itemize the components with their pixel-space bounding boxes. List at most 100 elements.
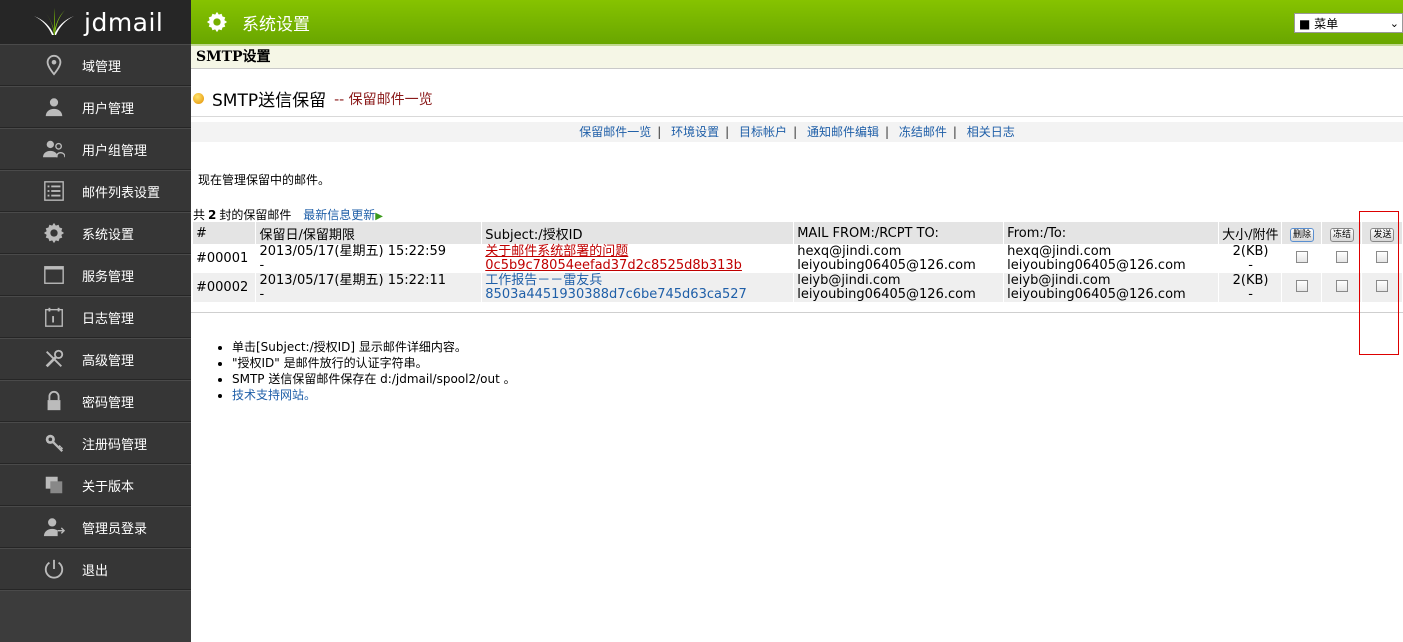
sidebar-item-logs[interactable]: 日志管理 [0, 296, 191, 338]
subnav-notification-mail-edit[interactable]: 通知邮件编辑 [807, 125, 879, 139]
from: hexq@jindi.com [1007, 244, 1112, 259]
table-row: #00002 2013/05/17(星期五) 15:22:11- 工作报告－－雷… [193, 273, 1403, 302]
mail-from: hexq@jindi.com [797, 244, 902, 259]
subnav-target-accounts[interactable]: 目标帐户 [739, 125, 787, 139]
page-title: 系统设置 [242, 14, 310, 35]
list-icon [40, 180, 68, 202]
gear-icon [206, 11, 228, 33]
tools-icon [40, 348, 68, 370]
sidebar-item-label: 高级管理 [82, 353, 135, 369]
subject-link[interactable]: 工作报告－－雷友兵 [485, 274, 791, 288]
delete-checkbox[interactable] [1296, 280, 1309, 292]
held-date: 2013/05/17(星期五) 15:22:59 [259, 244, 447, 259]
mail-size: 2(KB) [1232, 273, 1269, 288]
sidebar-item-label: 退出 [82, 563, 109, 579]
auth-id-link[interactable]: 8503a4451930388d7c6be745d63ca527 [485, 288, 791, 302]
sidebar-item-mailing-list[interactable]: 邮件列表设置 [0, 170, 191, 212]
from: leiyb@jindi.com [1007, 273, 1111, 288]
header-bar: 系统设置 ■ 菜单 ⌄ [191, 0, 1403, 44]
delete-checkbox[interactable] [1296, 251, 1309, 263]
page-description: 现在管理保留中的邮件。 [198, 173, 331, 187]
admin-user-icon [40, 516, 68, 538]
subject-link[interactable]: 关于邮件系统部署的问题 [485, 245, 791, 259]
list-item: 单击[Subject:/授权ID] 显示邮件详细内容。 [232, 339, 516, 355]
sidebar-item-domain[interactable]: 域管理 [0, 44, 191, 86]
delete-button[interactable]: 删除 [1290, 227, 1315, 242]
divider [191, 312, 1403, 313]
sidebar-item-admin-login[interactable]: 管理员登录 [0, 506, 191, 548]
copy-icon [40, 474, 68, 496]
key-icon [40, 432, 68, 454]
highlight-annotation-box [1359, 211, 1399, 355]
sidebar-item-label: 系统设置 [82, 227, 135, 243]
held-date: 2013/05/17(星期五) 15:22:11 [259, 273, 447, 288]
sidebar-item-system-settings[interactable]: 系统设置 [0, 212, 191, 254]
sidebar-item-label: 注册码管理 [82, 437, 148, 453]
sidebar-item-label: 密码管理 [82, 395, 135, 411]
auth-id-link[interactable]: 0c5b9c78054eefad37d2c8525d8b313b [485, 259, 791, 273]
mail-count-summary: 共 2 封的保留邮件 最新信息更新▶ [193, 208, 383, 222]
col-header-subject: Subject:/授权ID [481, 222, 795, 244]
held-mail-table: # 保留日/保留期限 Subject:/授权ID MAIL FROM:/RCPT… [193, 222, 1403, 302]
mail-id: #00002 [193, 273, 257, 302]
lock-icon [40, 390, 68, 412]
table-row: #00001 2013/05/17(星期五) 15:22:59- 关于邮件系统部… [193, 244, 1403, 273]
col-header-from-to: From:/To: [1003, 222, 1220, 244]
section-title: SMTP设置 [191, 44, 1403, 69]
support-site-link[interactable]: 技术支持网站。 [232, 388, 316, 402]
sidebar: jdmail 域管理 用户管理 用户组管理 邮件列表设置 系统设置 服务管理 日… [0, 0, 191, 642]
bullet-dot-icon [193, 93, 204, 104]
attachment-count: - [1248, 287, 1253, 302]
attachment-count: - [1248, 258, 1253, 273]
users-icon [40, 138, 68, 160]
map-pin-icon [40, 54, 68, 76]
subnav-environment-settings[interactable]: 环境设置 [671, 125, 719, 139]
expire-date: - [259, 287, 265, 302]
power-icon [40, 558, 68, 580]
sidebar-item-label: 服务管理 [82, 269, 135, 285]
col-header-date: 保留日/保留期限 [255, 222, 483, 244]
sidebar-item-label: 日志管理 [82, 311, 135, 327]
col-header-mail-from: MAIL FROM:/RCPT TO: [793, 222, 1005, 244]
mail-id: #00001 [193, 244, 257, 273]
logo: jdmail [0, 0, 191, 44]
subnav-related-logs[interactable]: 相关日志 [967, 125, 1015, 139]
green-arrow-icon: ▶ [375, 211, 383, 222]
list-item: SMTP 送信保留邮件保存在 d:/jdmail/spool2/out 。 [232, 371, 516, 387]
sidebar-item-label: 用户管理 [82, 101, 135, 117]
col-header-size: 大小/附件 [1218, 222, 1283, 244]
table-header-row: # 保留日/保留期限 Subject:/授权ID MAIL FROM:/RCPT… [193, 222, 1403, 244]
sidebar-item-advanced[interactable]: 高级管理 [0, 338, 191, 380]
user-icon [40, 96, 68, 118]
sidebar-item-label: 管理员登录 [82, 521, 148, 537]
freeze-checkbox[interactable] [1335, 251, 1348, 263]
mail-size: 2(KB) [1232, 244, 1269, 259]
sidebar-item-label: 关于版本 [82, 479, 135, 495]
sidebar-item-services[interactable]: 服务管理 [0, 254, 191, 296]
sidebar-item-users[interactable]: 用户管理 [0, 86, 191, 128]
freeze-button[interactable]: 冻结 [1329, 227, 1354, 242]
menu-dropdown[interactable]: ■ 菜单 ⌄ [1294, 13, 1403, 33]
menu-dropdown-value: ■ 菜单 [1299, 16, 1339, 31]
sidebar-item-user-groups[interactable]: 用户组管理 [0, 128, 191, 170]
freeze-checkbox[interactable] [1335, 280, 1348, 292]
sub-navigation: 保留邮件一览 | 环境设置 | 目标帐户 | 通知邮件编辑 | 冻结邮件 | 相关日志 [191, 122, 1403, 142]
sidebar-item-label: 邮件列表设置 [82, 185, 161, 201]
refresh-link[interactable]: 最新信息更新▶ [303, 208, 383, 222]
subnav-frozen-mail[interactable]: 冻结邮件 [899, 125, 947, 139]
leaf-logo-icon [34, 8, 74, 35]
to: leiyoubing06405@126.com [1007, 258, 1186, 273]
expire-date: - [259, 258, 265, 273]
heading-title: SMTP送信保留 [212, 91, 327, 111]
sidebar-item-about[interactable]: 关于版本 [0, 464, 191, 506]
sidebar-item-registration-code[interactable]: 注册码管理 [0, 422, 191, 464]
sidebar-item-label: 用户组管理 [82, 143, 148, 159]
col-header-id: # [193, 222, 257, 244]
sidebar-item-logout[interactable]: 退出 [0, 548, 191, 590]
calendar-icon [40, 306, 68, 328]
sidebar-item-password[interactable]: 密码管理 [0, 380, 191, 422]
mail-count: 2 [208, 208, 217, 222]
list-item: 技术支持网站。 [232, 387, 516, 403]
subnav-held-mail-list[interactable]: 保留邮件一览 [579, 125, 651, 139]
heading-subtitle: -- 保留邮件一览 [334, 91, 433, 108]
